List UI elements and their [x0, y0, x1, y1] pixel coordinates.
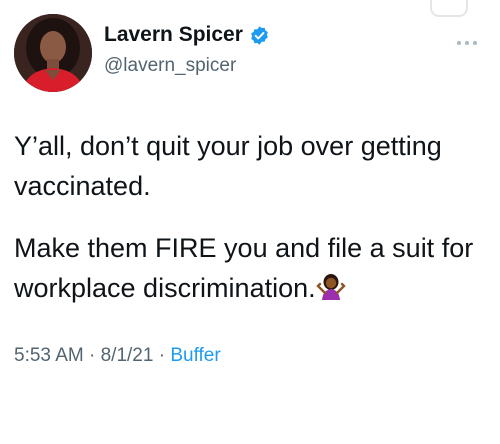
tweet-text-paragraph-1: Y’all, don’t quit your job over getting … [14, 131, 442, 201]
corner-icon [430, 0, 468, 17]
handle[interactable]: @lavern_spicer [104, 54, 236, 78]
display-name[interactable]: Lavern Spicer [104, 22, 243, 48]
avatar[interactable] [14, 14, 92, 92]
tweet-text-paragraph-2-text: Make them FIRE you and file a suit for w… [14, 233, 474, 303]
author-name-row: Lavern Spicer [104, 22, 270, 48]
tweet-time[interactable]: 5:53 AM [14, 345, 84, 366]
tweet-text-paragraph-2: Make them FIRE you and file a suit for w… [14, 228, 492, 308]
person-shrugging-emoji-icon [315, 274, 346, 300]
verified-badge-icon [251, 25, 268, 45]
tweet-date[interactable]: 8/1/21 [101, 345, 154, 366]
tweet-card: Lavern Spicer @lavern_spicer Y’all, don’… [0, 0, 500, 444]
meta-separator: · [89, 345, 96, 366]
more-icon[interactable] [454, 38, 480, 48]
tweet-source-link[interactable]: Buffer [170, 345, 220, 366]
meta-separator: · [158, 345, 166, 366]
tweet-meta: 5:53 AM · 8/1/21 · Buffer [14, 344, 221, 368]
